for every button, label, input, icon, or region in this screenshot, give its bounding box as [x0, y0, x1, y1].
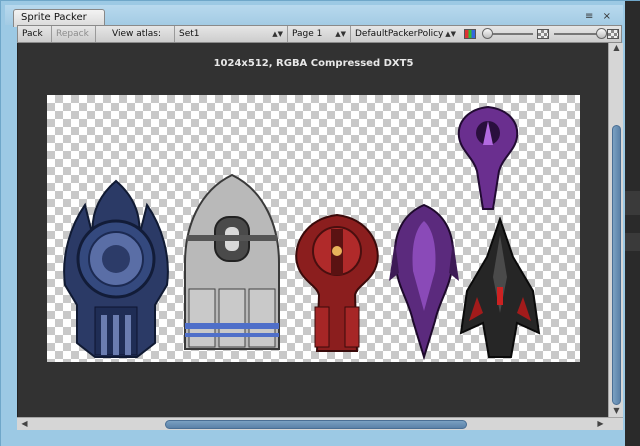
policy-select-value: DefaultPackerPolicy [355, 29, 444, 39]
page-select[interactable]: Page 1 ▲▼ [287, 26, 350, 42]
chevron-updown-icon: ▲▼ [335, 30, 346, 38]
scroll-up-icon[interactable]: ▲ [609, 43, 624, 52]
title-tab-row: Sprite Packer ≡ × [5, 5, 623, 27]
page-select-value: Page 1 [292, 29, 323, 39]
rgb-swatch-icon[interactable] [464, 29, 476, 39]
sprite-black-ship [459, 217, 541, 358]
checker-swatch-icon[interactable] [537, 29, 549, 39]
alpha-slider-track[interactable] [554, 33, 602, 35]
sprite-purple-small-ship [457, 105, 519, 210]
view-atlas-label: View atlas: [112, 29, 161, 39]
scroll-right-icon[interactable]: ▶ [593, 419, 608, 428]
sprite-packer-window: Sprite Packer ≡ × Pack Repack View atlas… [0, 0, 640, 446]
toolbar: Pack Repack View atlas: Set1 ▲▼ Page 1 ▲… [17, 25, 622, 43]
chevron-updown-icon: ▲▼ [272, 30, 283, 38]
repack-button[interactable]: Repack [52, 26, 96, 42]
atlas-texture [47, 95, 580, 362]
pack-button[interactable]: Pack [18, 26, 52, 42]
atlas-canvas[interactable]: 1024x512, RGBA Compressed DXT5 [17, 43, 608, 417]
vertical-scroll-thumb[interactable] [612, 125, 621, 405]
policy-select[interactable]: DefaultPackerPolicy ▲▼ [350, 26, 460, 42]
alpha-slider-knob[interactable] [596, 28, 607, 39]
background-panel-strip [625, 1, 640, 446]
checker-swatch-icon[interactable] [607, 29, 619, 39]
chevron-updown-icon: ▲▼ [445, 30, 456, 38]
sprite-silver-ship [184, 173, 280, 350]
background-block [625, 233, 640, 251]
horizontal-scrollbar[interactable]: ◀ ▶ [17, 417, 623, 430]
vertical-scrollbar[interactable]: ▲ ▼ [608, 43, 623, 417]
window-bottom-frame [1, 431, 625, 446]
sprite-blue-ship [63, 179, 169, 358]
scroll-left-icon[interactable]: ◀ [17, 419, 32, 428]
scroll-down-icon[interactable]: ▼ [609, 406, 624, 415]
sprite-red-ship [295, 213, 379, 352]
atlas-select[interactable]: Set1 ▲▼ [174, 26, 287, 42]
tab-close-icon[interactable]: × [603, 12, 611, 22]
zoom-slider-knob[interactable] [482, 28, 493, 39]
atlas-info-label: 1024x512, RGBA Compressed DXT5 [213, 58, 414, 69]
atlas-select-value: Set1 [179, 29, 200, 39]
horizontal-scroll-thumb[interactable] [165, 420, 467, 429]
tab-tools: ≡ × [585, 11, 611, 23]
sprite-purple-ship [389, 203, 459, 361]
background-block [625, 191, 640, 215]
tab-menu-icon[interactable]: ≡ [585, 12, 593, 22]
